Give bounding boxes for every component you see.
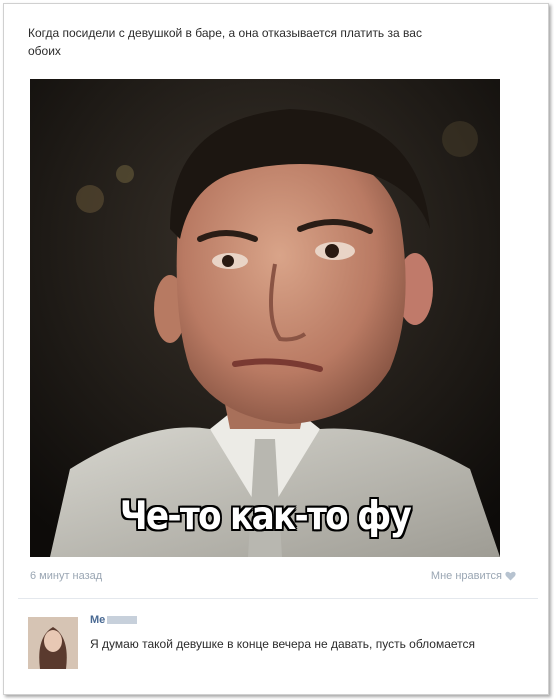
heart-icon: [505, 571, 516, 581]
like-button[interactable]: Мне нравится: [431, 570, 516, 582]
avatar[interactable]: [28, 617, 78, 669]
comment-author[interactable]: Ме: [90, 614, 138, 626]
author-name-redaction: [107, 616, 138, 625]
like-label: Мне нравится: [430, 570, 502, 582]
post-image[interactable]: Че-то как-то фу: [30, 79, 500, 557]
screenshot-frame: Когда посидели с девушкой в баре, а она …: [3, 3, 549, 695]
meme-caption: Че-то как-то фу: [119, 494, 412, 539]
post-timestamp[interactable]: 6 минут назад: [30, 570, 102, 582]
comment-item: Ме Я думаю такой девушке в конце вечера …: [28, 614, 528, 684]
comment-author-name: Ме: [90, 614, 106, 626]
post-text: Когда посидели с девушкой в баре, а она …: [28, 26, 422, 58]
comment-text: Я думаю такой девушке в конце вечера не …: [90, 637, 476, 651]
post-meta: 6 минут назад Мне нравится: [30, 570, 516, 586]
divider: [18, 598, 538, 599]
man-portrait-image: [30, 79, 500, 557]
